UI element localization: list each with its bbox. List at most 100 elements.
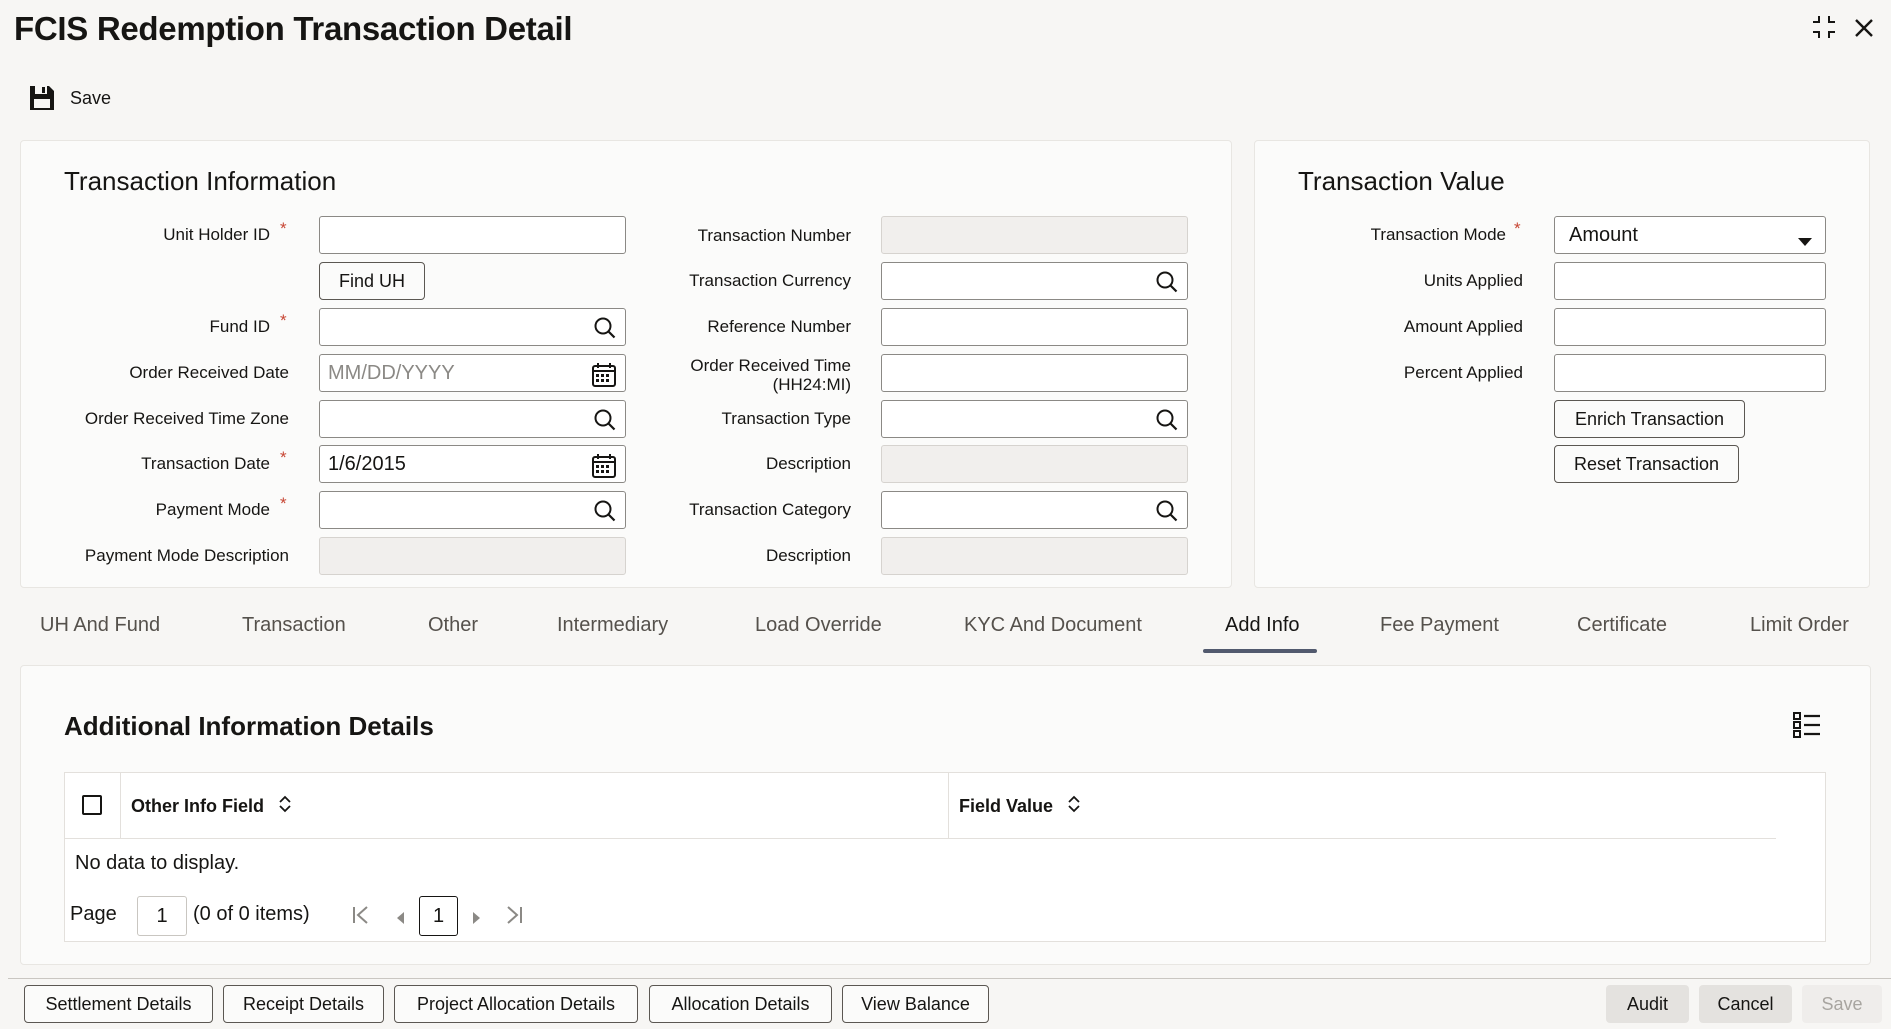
audit-button[interactable]: Audit (1606, 985, 1689, 1023)
fund-id-input[interactable] (319, 308, 626, 346)
tab-kyc-and-document[interactable]: KYC And Document (964, 614, 1142, 637)
reset-transaction-button[interactable]: Reset Transaction (1554, 445, 1739, 483)
transaction-type-label: Transaction Type (721, 409, 851, 428)
pagination-page-input[interactable]: 1 (137, 896, 187, 936)
units-applied-label: Units Applied (1423, 271, 1523, 290)
col-header-other-info-field[interactable]: Other Info Field (131, 795, 292, 818)
transaction-date-label: Transaction Date (141, 454, 270, 473)
column-divider (948, 772, 949, 838)
search-icon[interactable] (1155, 499, 1179, 529)
transaction-type-input[interactable] (881, 400, 1188, 438)
cancel-button[interactable]: Cancel (1699, 985, 1792, 1023)
payment-mode-input[interactable] (319, 491, 626, 529)
settlement-details-button[interactable]: Settlement Details (24, 985, 213, 1023)
calendar-icon[interactable] (591, 362, 617, 394)
order-received-date-label: Order Received Date (129, 363, 289, 382)
page-title: FCIS Redemption Transaction Detail (14, 10, 573, 47)
reference-number-input[interactable] (881, 308, 1188, 346)
pagination-current-page[interactable]: 1 (419, 896, 458, 936)
reference-number-label: Reference Number (707, 317, 851, 336)
last-page-icon[interactable] (505, 905, 523, 931)
window-controls (1811, 14, 1875, 46)
table-header-divider (64, 838, 1776, 839)
amount-applied-input[interactable] (1554, 308, 1826, 346)
percent-applied-input[interactable] (1554, 354, 1826, 392)
unit-holder-id-input[interactable] (319, 216, 626, 254)
description2-label: Description (765, 546, 851, 565)
tab-intermediary[interactable]: Intermediary (557, 614, 668, 637)
search-icon[interactable] (1155, 408, 1179, 438)
payment-mode-description-input[interactable] (319, 537, 626, 575)
transaction-information-heading: Transaction Information (64, 166, 337, 196)
sort-icon[interactable] (278, 795, 292, 818)
previous-page-icon[interactable] (395, 908, 405, 931)
transaction-category-input[interactable] (881, 491, 1188, 529)
tab-transaction[interactable]: Transaction (242, 614, 346, 637)
transaction-date-required: * (280, 448, 287, 467)
calendar-icon[interactable] (591, 453, 617, 485)
empty-table-message: No data to display. (75, 852, 240, 874)
tab-fee-payment[interactable]: Fee Payment (1380, 614, 1499, 637)
pagination-page-label: Page (70, 903, 117, 925)
maximize-icon[interactable] (1811, 14, 1837, 46)
view-balance-button[interactable]: View Balance (842, 985, 989, 1023)
payment-mode-description-label: Payment Mode Description (84, 546, 289, 565)
allocation-details-button[interactable]: Allocation Details (649, 985, 832, 1023)
checkbox-col-divider (120, 772, 121, 838)
payment-mode-required: * (280, 494, 287, 513)
chevron-down-icon[interactable] (1797, 230, 1813, 253)
additional-info-heading: Additional Information Details (64, 711, 434, 741)
transaction-currency-input[interactable] (881, 262, 1188, 300)
floppy-disk-icon (28, 84, 56, 112)
transaction-mode-value: Amount (1569, 223, 1638, 246)
receipt-details-button[interactable]: Receipt Details (223, 985, 384, 1023)
order-received-time-label: Order Received Time (HH24:MI) (640, 356, 851, 394)
list-columns-icon[interactable] (1793, 712, 1821, 743)
order-received-date-input[interactable]: MM/DD/YYYY (319, 354, 626, 392)
find-uh-button[interactable]: Find UH (319, 262, 425, 300)
additional-info-table (64, 772, 1826, 942)
payment-mode-label: Payment Mode (155, 500, 270, 519)
transaction-value-heading: Transaction Value (1298, 166, 1505, 196)
footer-divider (8, 978, 1891, 979)
search-icon[interactable] (593, 316, 617, 346)
transaction-number-label: Transaction Number (697, 226, 851, 245)
search-icon[interactable] (593, 499, 617, 529)
footer-save-button[interactable]: Save (1802, 985, 1882, 1023)
order-received-time-zone-input[interactable] (319, 400, 626, 438)
tab-other[interactable]: Other (428, 614, 478, 637)
first-page-icon[interactable] (352, 905, 370, 931)
order-received-time-label-line2: (HH24:MI) (772, 375, 851, 394)
order-received-date-placeholder: MM/DD/YYYY (328, 361, 455, 384)
transaction-mode-label: Transaction Mode (1370, 225, 1506, 244)
description-input[interactable] (881, 445, 1188, 483)
fund-id-label: Fund ID (209, 317, 270, 336)
toolbar-save-label: Save (70, 87, 112, 108)
transaction-number-input[interactable] (881, 216, 1188, 254)
search-icon[interactable] (1155, 270, 1179, 300)
units-applied-input[interactable] (1554, 262, 1826, 300)
transaction-mode-select[interactable]: Amount (1554, 216, 1826, 254)
select-all-checkbox[interactable] (82, 795, 102, 815)
percent-applied-label: Percent Applied (1403, 363, 1523, 382)
active-tab-indicator (1203, 649, 1317, 653)
order-received-time-input[interactable] (881, 354, 1188, 392)
tab-uh-and-fund[interactable]: UH And Fund (40, 614, 160, 637)
col-header-field-value[interactable]: Field Value (959, 795, 1081, 818)
description2-input[interactable] (881, 537, 1188, 575)
amount-applied-label: Amount Applied (1403, 317, 1523, 336)
tab-add-info[interactable]: Add Info (1225, 614, 1300, 637)
enrich-transaction-button[interactable]: Enrich Transaction (1554, 400, 1745, 438)
search-icon[interactable] (593, 408, 617, 438)
close-icon[interactable] (1853, 15, 1875, 45)
transaction-date-value: 1/6/2015 (328, 452, 406, 475)
tab-load-override[interactable]: Load Override (755, 614, 882, 637)
toolbar-save-button[interactable]: Save (28, 84, 111, 112)
transaction-date-input[interactable]: 1/6/2015 (319, 445, 626, 483)
transaction-currency-label: Transaction Currency (689, 271, 851, 290)
tab-limit-order[interactable]: Limit Order (1750, 614, 1849, 637)
sort-icon[interactable] (1067, 795, 1081, 818)
next-page-icon[interactable] (472, 908, 482, 931)
project-allocation-details-button[interactable]: Project Allocation Details (394, 985, 638, 1023)
tab-certificate[interactable]: Certificate (1577, 614, 1667, 637)
